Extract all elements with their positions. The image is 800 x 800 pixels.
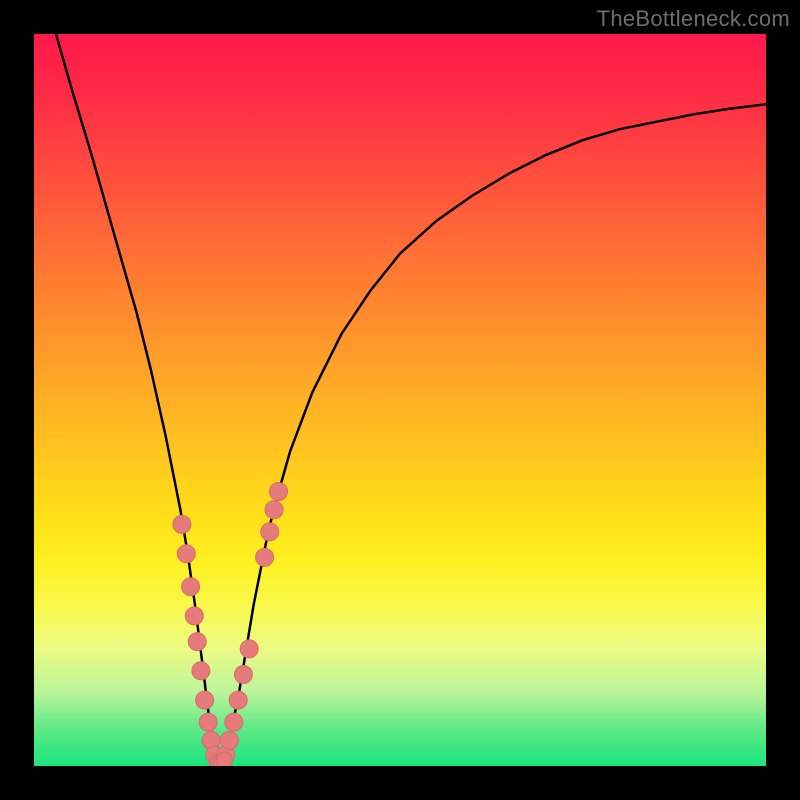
curve-marker bbox=[216, 752, 232, 766]
curve-marker bbox=[240, 640, 258, 658]
curve-marker bbox=[196, 691, 214, 709]
curve-marker bbox=[199, 713, 217, 731]
curve-markers bbox=[173, 483, 288, 767]
curve-marker bbox=[225, 713, 243, 731]
curve-marker bbox=[173, 515, 191, 533]
curve-marker bbox=[256, 548, 274, 566]
curve-marker bbox=[265, 501, 283, 519]
bottleneck-curve bbox=[34, 34, 766, 766]
curve-marker bbox=[229, 691, 247, 709]
chart-frame: TheBottleneck.com bbox=[0, 0, 800, 800]
curve-marker bbox=[261, 523, 279, 541]
plot-area bbox=[34, 34, 766, 766]
curve-marker bbox=[220, 731, 238, 749]
curve-marker bbox=[177, 545, 195, 563]
curve-marker bbox=[188, 633, 206, 651]
curve-marker bbox=[185, 607, 203, 625]
curve-path bbox=[56, 34, 766, 762]
watermark-text: TheBottleneck.com bbox=[597, 6, 790, 32]
curve-marker bbox=[182, 578, 200, 596]
curve-marker bbox=[234, 666, 252, 684]
curve-marker bbox=[270, 483, 288, 501]
curve-marker bbox=[192, 662, 210, 680]
